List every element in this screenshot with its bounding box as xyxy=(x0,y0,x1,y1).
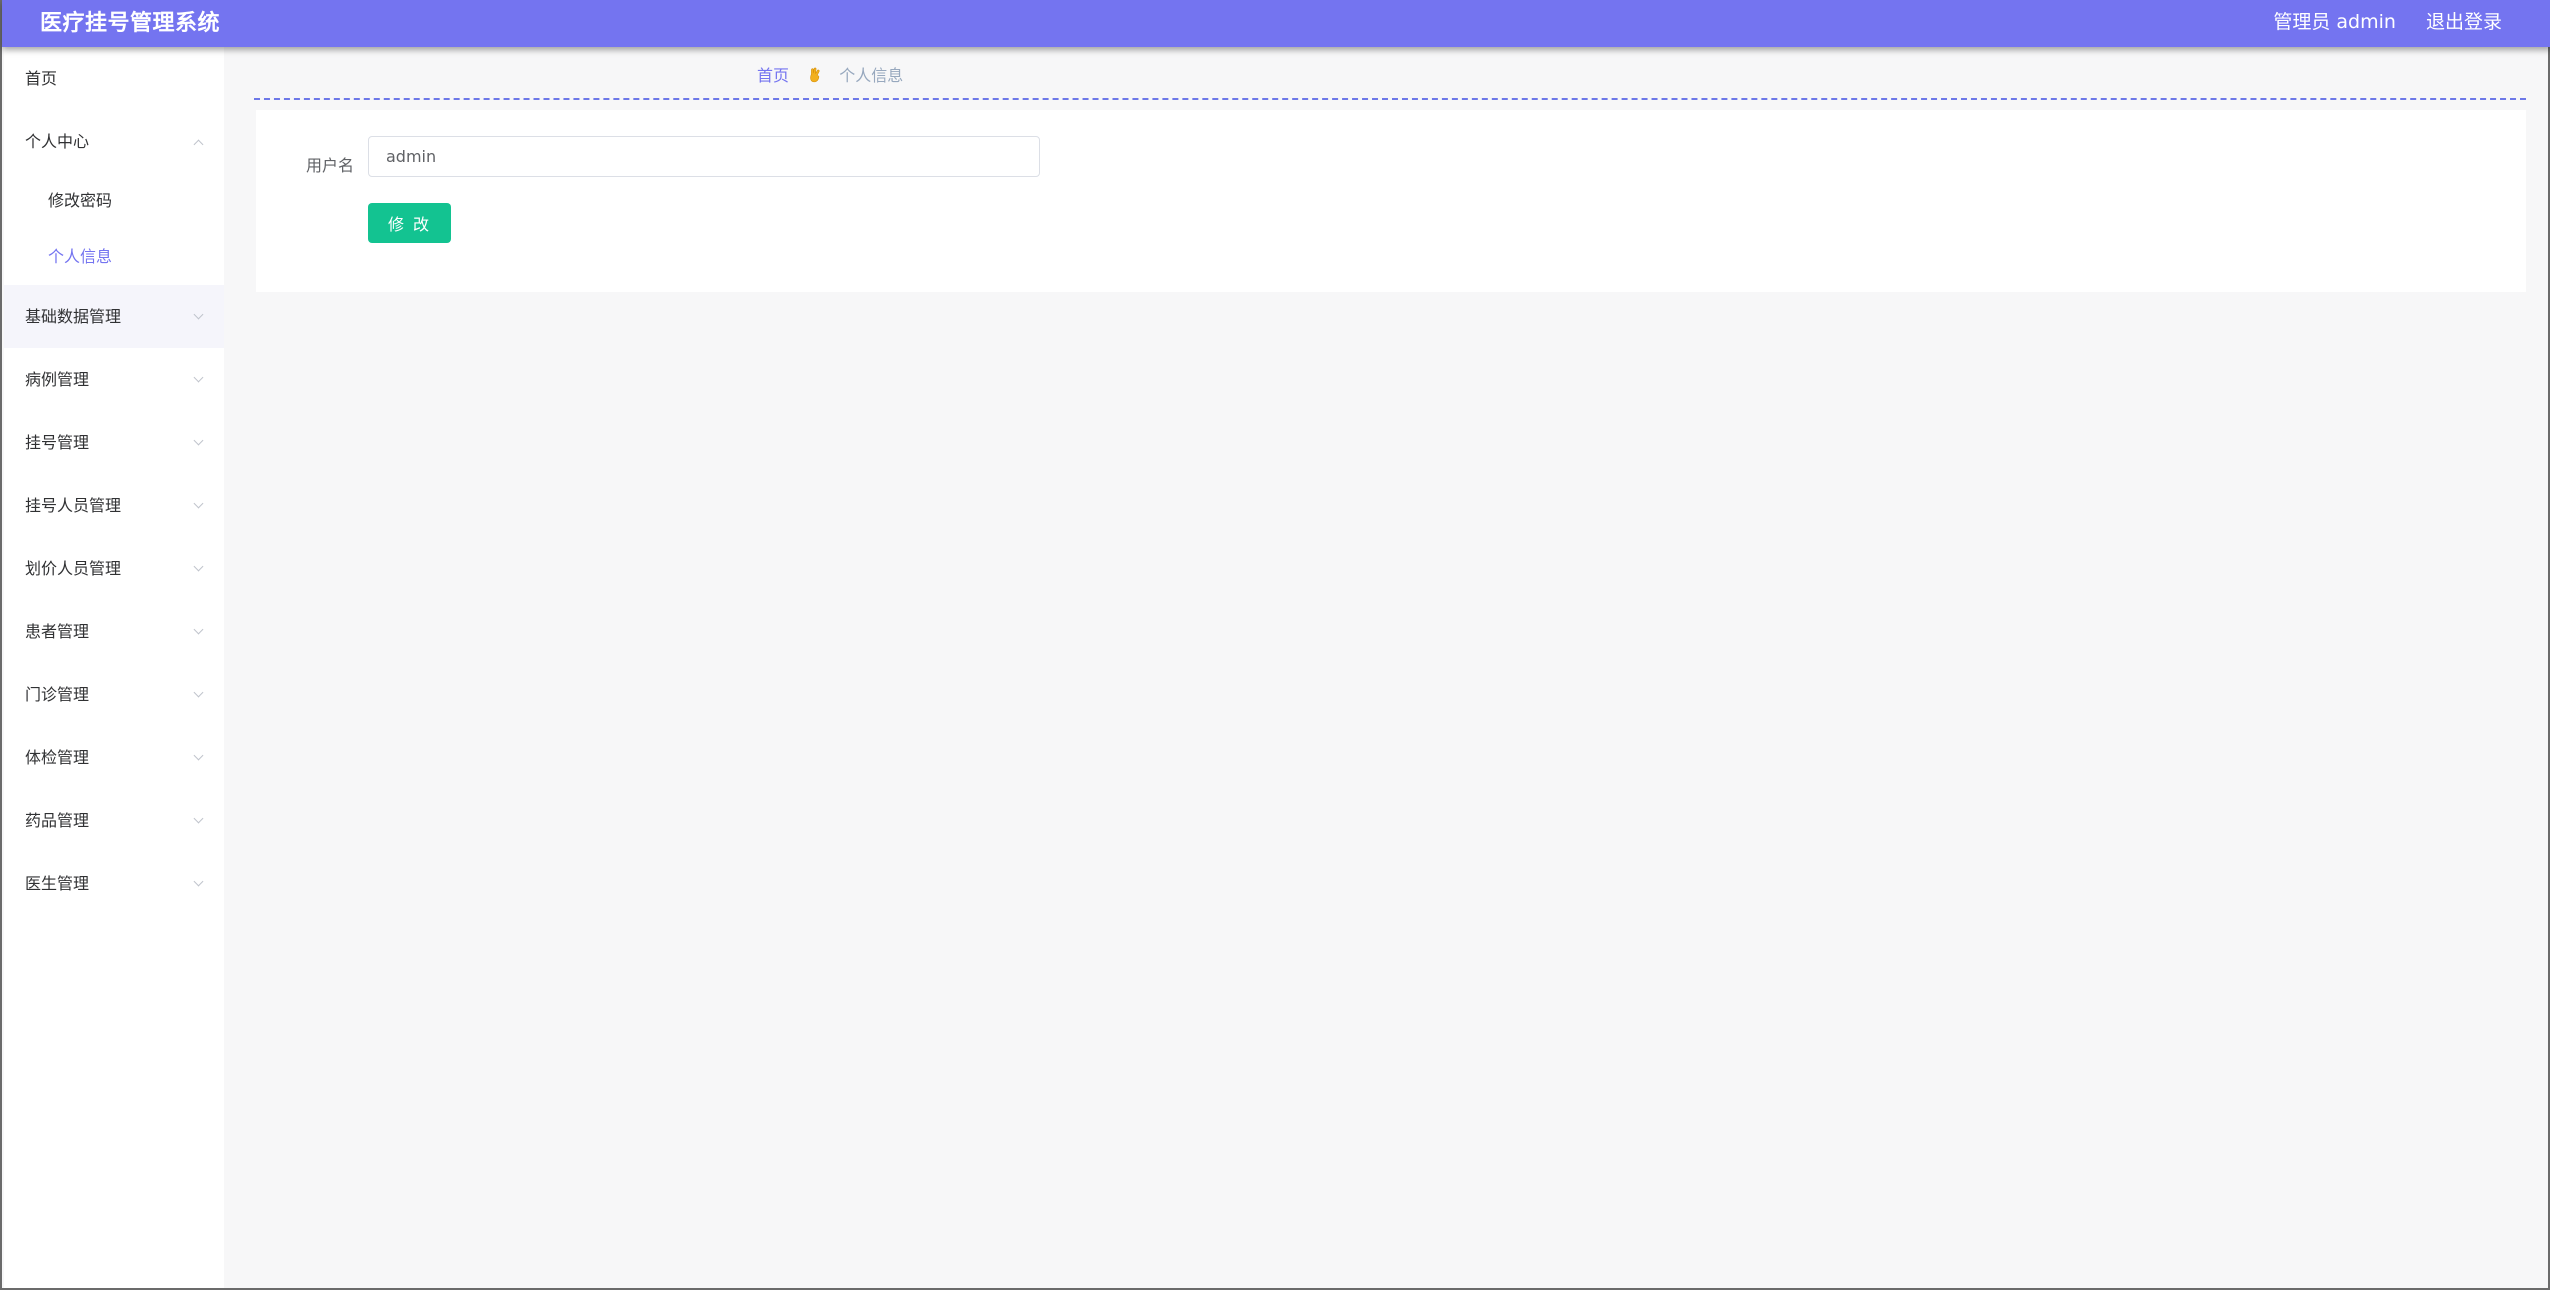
sidebar-item-patients[interactable]: 患者管理 xyxy=(4,600,224,663)
chevron-down-icon xyxy=(193,624,204,635)
sidebar-item-label: 划价人员管理 xyxy=(25,559,122,578)
chevron-down-icon xyxy=(193,687,204,698)
username-input[interactable] xyxy=(368,136,1040,177)
profile-form-card: 用户名 修 改 xyxy=(256,110,2526,292)
sidebar-item-label: 挂号人员管理 xyxy=(25,496,122,515)
sidebar-subitem-label: 个人信息 xyxy=(48,247,113,266)
sidebar-item-medicine[interactable]: 药品管理 xyxy=(4,789,224,852)
sidebar-item-pricing-staff[interactable]: 划价人员管理 xyxy=(4,537,224,600)
sidebar-subitem-change-password[interactable]: 修改密码 xyxy=(4,173,224,229)
chevron-down-icon xyxy=(193,750,204,761)
sidebar-item-label: 个人中心 xyxy=(25,132,90,151)
chevron-down-icon xyxy=(193,561,204,572)
chevron-up-icon xyxy=(193,139,204,150)
breadcrumb-divider xyxy=(254,98,2526,100)
header-user-area: 管理员 admin 退出登录 xyxy=(2273,0,2502,47)
app-title: 医疗挂号管理系统 xyxy=(40,11,221,36)
sidebar-item-personal-center[interactable]: 个人中心 xyxy=(4,110,224,173)
chevron-down-icon xyxy=(193,372,204,383)
sidebar-item-label: 病例管理 xyxy=(25,370,90,389)
chevron-down-icon xyxy=(193,498,204,509)
chevron-down-icon xyxy=(193,876,204,887)
sidebar-item-label: 挂号管理 xyxy=(25,433,90,452)
top-navbar: 医疗挂号管理系统 管理员 admin 退出登录 xyxy=(2,0,2550,47)
sidebar-item-outpatient[interactable]: 门诊管理 xyxy=(4,663,224,726)
sidebar-item-label: 门诊管理 xyxy=(25,685,90,704)
modify-button[interactable]: 修 改 xyxy=(368,203,451,243)
chevron-down-icon xyxy=(193,813,204,824)
sidebar-item-label: 基础数据管理 xyxy=(25,307,122,326)
logout-link[interactable]: 退出登录 xyxy=(2426,0,2502,45)
current-user-label: 管理员 admin xyxy=(2273,11,2396,33)
username-label: 用户名 xyxy=(306,156,355,175)
sidebar-subitem-personal-info[interactable]: 个人信息 xyxy=(4,229,224,285)
sidebar-item-label: 患者管理 xyxy=(25,622,90,641)
chevron-down-icon xyxy=(193,309,204,320)
sidebar-item-label: 药品管理 xyxy=(25,811,90,830)
sidebar-menu: 首页 个人中心 修改密码 个人信息 基础数据管理 病例管理 挂号管理 挂号人员管… xyxy=(4,47,224,1288)
sidebar-item-label: 医生管理 xyxy=(25,874,90,893)
sidebar-item-registration[interactable]: 挂号管理 xyxy=(4,411,224,474)
sidebar-item-registration-staff[interactable]: 挂号人员管理 xyxy=(4,474,224,537)
breadcrumb-current: 个人信息 xyxy=(839,66,904,85)
chevron-down-icon xyxy=(193,435,204,446)
sidebar-item-doctors[interactable]: 医生管理 xyxy=(4,852,224,915)
sidebar-item-physical-exam[interactable]: 体检管理 xyxy=(4,726,224,789)
sidebar-item-label: 体检管理 xyxy=(25,748,90,767)
sidebar-item-home[interactable]: 首页 xyxy=(4,47,224,110)
sidebar-item-basic-data[interactable]: 基础数据管理 xyxy=(4,285,224,348)
hand-icon xyxy=(810,67,820,83)
sidebar-item-cases[interactable]: 病例管理 xyxy=(4,348,224,411)
breadcrumb: 首页 个人信息 xyxy=(757,64,903,88)
breadcrumb-home-link[interactable]: 首页 xyxy=(757,66,789,85)
app-frame: 医疗挂号管理系统 管理员 admin 退出登录 首页 个人中心 修改密码 个人信… xyxy=(0,0,2550,1290)
sidebar-subitem-label: 修改密码 xyxy=(48,191,113,210)
sidebar-item-label: 首页 xyxy=(25,69,58,88)
